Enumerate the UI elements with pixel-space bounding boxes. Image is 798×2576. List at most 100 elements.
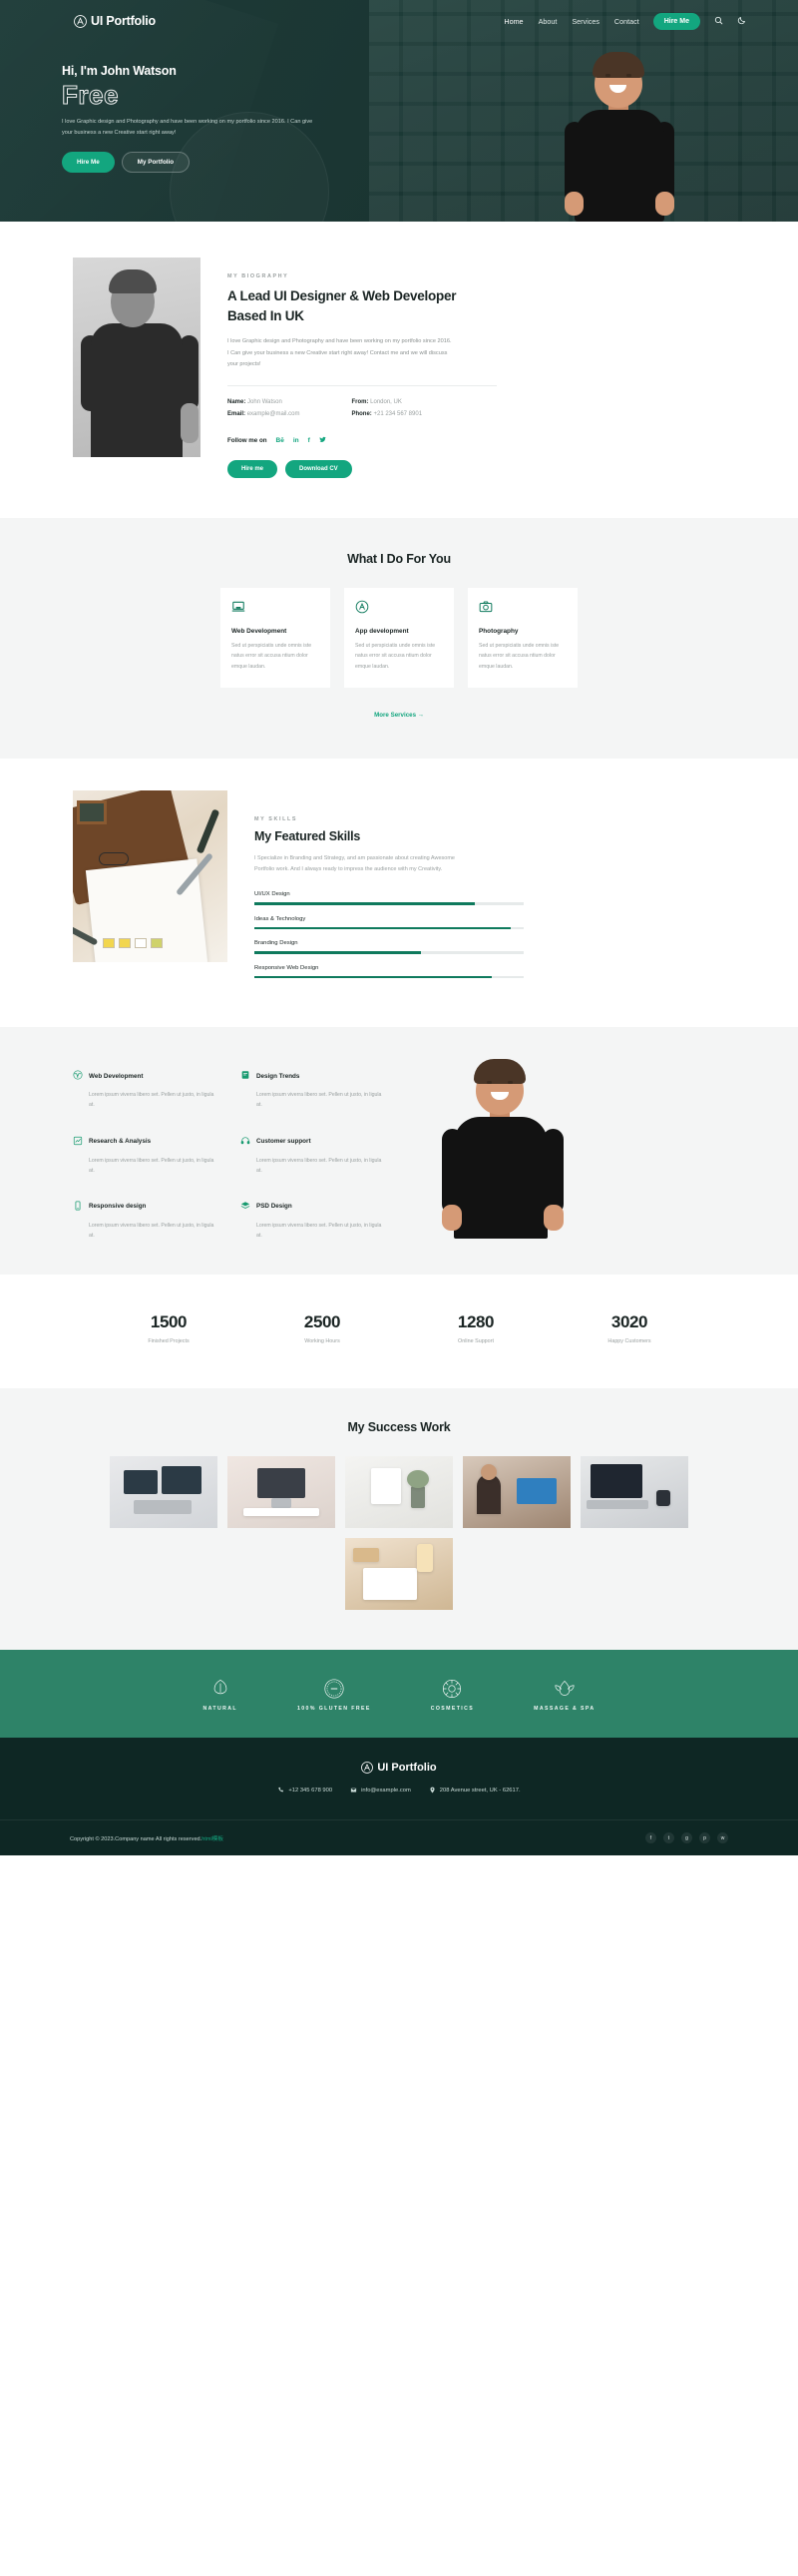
biography-text-block: MY BIOGRAPHY A Lead UI Designer & Web De…	[227, 258, 726, 479]
portfolio-item-shelf-with-vase[interactable]	[345, 1456, 453, 1529]
skill-track	[254, 926, 524, 930]
footer-copyright-link[interactable]: html模板	[201, 1836, 223, 1842]
feature-title: PSD Design	[256, 1203, 292, 1211]
counter-happy-customers: 3020 Happy Customers	[584, 1312, 675, 1344]
biography-details-col-right: From: London, UK Phone: +21 234 567 8901	[351, 397, 422, 420]
feature-customer-support: Customer support Lorem ipsum viverra lib…	[240, 1133, 382, 1176]
brand-logo[interactable]: UI Portfolio	[74, 14, 156, 28]
skills-heading: My Featured Skills	[254, 828, 361, 843]
feature-text: Lorem ipsum viverra libero set. Pellen u…	[89, 1092, 214, 1109]
download-cv-button[interactable]: Download CV	[285, 460, 352, 479]
feature-title: Research & Analysis	[89, 1138, 152, 1145]
detail-email-label: Email:	[227, 410, 246, 417]
behance-icon[interactable]: Bē	[276, 437, 284, 444]
nav-link-home[interactable]: Home	[504, 17, 523, 26]
features-person-photo	[438, 1059, 566, 1240]
skill-track	[254, 975, 524, 979]
wordpress-icon	[73, 1067, 83, 1085]
monogram-a-icon	[74, 14, 87, 28]
biography-cta-buttons: Hire me Download CV	[227, 460, 726, 479]
skills-desk-photo	[73, 789, 227, 962]
nav-hire-me-button[interactable]: Hire Me	[652, 12, 700, 30]
search-icon[interactable]	[714, 16, 723, 27]
location-icon	[430, 1787, 435, 1794]
mobile-icon	[73, 1198, 83, 1216]
skill-label: Ideas & Technology	[254, 915, 306, 922]
feature-text: Lorem ipsum viverra libero set. Pellen u…	[89, 1157, 214, 1174]
brand-name: UI Portfolio	[91, 14, 156, 28]
more-services-link[interactable]: More Services →	[0, 712, 798, 719]
detail-phone-label: Phone:	[351, 410, 372, 417]
feature-title: Responsive design	[89, 1203, 147, 1211]
feature-text: Lorem ipsum viverra libero set. Pellen u…	[256, 1092, 382, 1109]
counters-section: 1500 Finished Projects 2500 Working Hour…	[0, 1275, 798, 1389]
service-title: App development	[355, 628, 409, 636]
detail-email: Email: example@mail.com	[227, 409, 299, 420]
counter-finished-projects: 1500 Finished Projects	[123, 1312, 214, 1344]
google-icon[interactable]: g	[681, 1832, 692, 1844]
follow-label: Follow me on	[227, 437, 267, 445]
hero-my-portfolio-button[interactable]: My Portfolio	[121, 152, 191, 174]
layers-icon	[240, 1198, 250, 1216]
monogram-a-icon	[361, 1762, 374, 1774]
divider	[227, 385, 497, 387]
skill-bar-ui-ux-design: UI/UX Design	[254, 891, 524, 905]
portfolio-item-laptop-and-watch[interactable]	[581, 1456, 688, 1529]
footer-email[interactable]: info@example.com	[350, 1787, 411, 1794]
feature-text: Lorem ipsum viverra libero set. Pellen u…	[256, 1157, 382, 1174]
skills-section: MY SKILLS My Featured Skills I Specializ…	[0, 758, 798, 1028]
nav-link-about[interactable]: About	[539, 17, 558, 26]
trends-icon	[240, 1067, 250, 1085]
badge-label: NATURAL	[202, 1706, 237, 1713]
twitter-icon[interactable]	[319, 436, 326, 445]
skill-label: Responsive Web Design	[254, 964, 319, 971]
services-section: What I Do For You Web Development Sed ut…	[0, 518, 798, 759]
footer-copyright: Copyright © 2023.Company name All rights…	[70, 1834, 223, 1842]
footer-address: 208 Avenue street, UK - 62617.	[429, 1787, 521, 1794]
footer-phone[interactable]: +12 345 678 900	[277, 1787, 332, 1794]
detail-email-value: example@mail.com	[246, 410, 300, 417]
facebook-icon[interactable]: f	[308, 437, 310, 444]
app-store-icon	[355, 600, 443, 619]
vk-icon[interactable]: w	[717, 1832, 728, 1844]
biography-details-col-left: Name: John Watson Email: example@mail.co…	[227, 397, 299, 420]
badge-label: COSMETICS	[430, 1706, 475, 1713]
portfolio-item-desk-with-monitors[interactable]	[110, 1456, 217, 1529]
pinterest-icon[interactable]: p	[699, 1832, 710, 1844]
portfolio-item-woman-at-desk[interactable]	[463, 1456, 571, 1529]
biography-hire-me-button[interactable]: Hire me	[227, 460, 278, 479]
portfolio-item-desk-with-imac[interactable]	[227, 1456, 335, 1529]
hero-buttons: Hire Me My Portfolio	[62, 152, 329, 174]
moon-icon[interactable]	[737, 16, 746, 27]
footer-brand[interactable]: UI Portfolio	[0, 1762, 798, 1774]
counter-number: 1500	[150, 1312, 188, 1332]
services-card-row: Web Development Sed ut perspiciatis unde…	[0, 588, 798, 688]
footer-contact-row: +12 345 678 900 info@example.com 208 Ave…	[0, 1787, 798, 1819]
skill-label: Branding Design	[254, 940, 298, 947]
skill-label: UI/UX Design	[254, 891, 290, 898]
feature-title: Web Development	[89, 1072, 144, 1080]
feature-responsive-design: Responsive design Lorem ipsum viverra li…	[73, 1198, 214, 1241]
service-card-app-development[interactable]: App development Sed ut perspiciatis unde…	[344, 588, 454, 688]
facebook-icon[interactable]: f	[645, 1832, 656, 1844]
twitter-icon[interactable]: t	[663, 1832, 674, 1844]
feature-text: Lorem ipsum viverra libero set. Pellen u…	[89, 1222, 214, 1239]
laptop-icon	[231, 600, 319, 619]
hero-hire-me-button[interactable]: Hire Me	[62, 152, 115, 174]
cosmetics-badge-icon	[443, 1680, 462, 1699]
portfolio-section: My Success Work	[0, 1388, 798, 1651]
service-card-photography[interactable]: Photography Sed ut perspiciatis unde omn…	[468, 588, 578, 688]
biography-details: Name: John Watson Email: example@mail.co…	[227, 397, 726, 420]
service-text: Sed ut perspiciatis unde omnis iste natu…	[479, 643, 560, 670]
page-root: UI Portfolio Home About Services Contact…	[0, 0, 798, 1856]
detail-from-value: London, UK	[370, 399, 402, 406]
headset-icon	[240, 1133, 250, 1151]
portfolio-item-hands-writing-notebook[interactable]	[345, 1538, 453, 1611]
linkedin-icon[interactable]: in	[293, 437, 299, 444]
service-card-web-development[interactable]: Web Development Sed ut perspiciatis unde…	[220, 588, 330, 688]
nav-link-contact[interactable]: Contact	[614, 17, 639, 26]
nav-link-services[interactable]: Services	[572, 17, 599, 26]
service-title: Web Development	[231, 628, 287, 636]
feature-design-trends: Design Trends Lorem ipsum viverra libero…	[240, 1067, 382, 1110]
site-footer: UI Portfolio +12 345 678 900 info@exampl…	[0, 1738, 798, 1856]
